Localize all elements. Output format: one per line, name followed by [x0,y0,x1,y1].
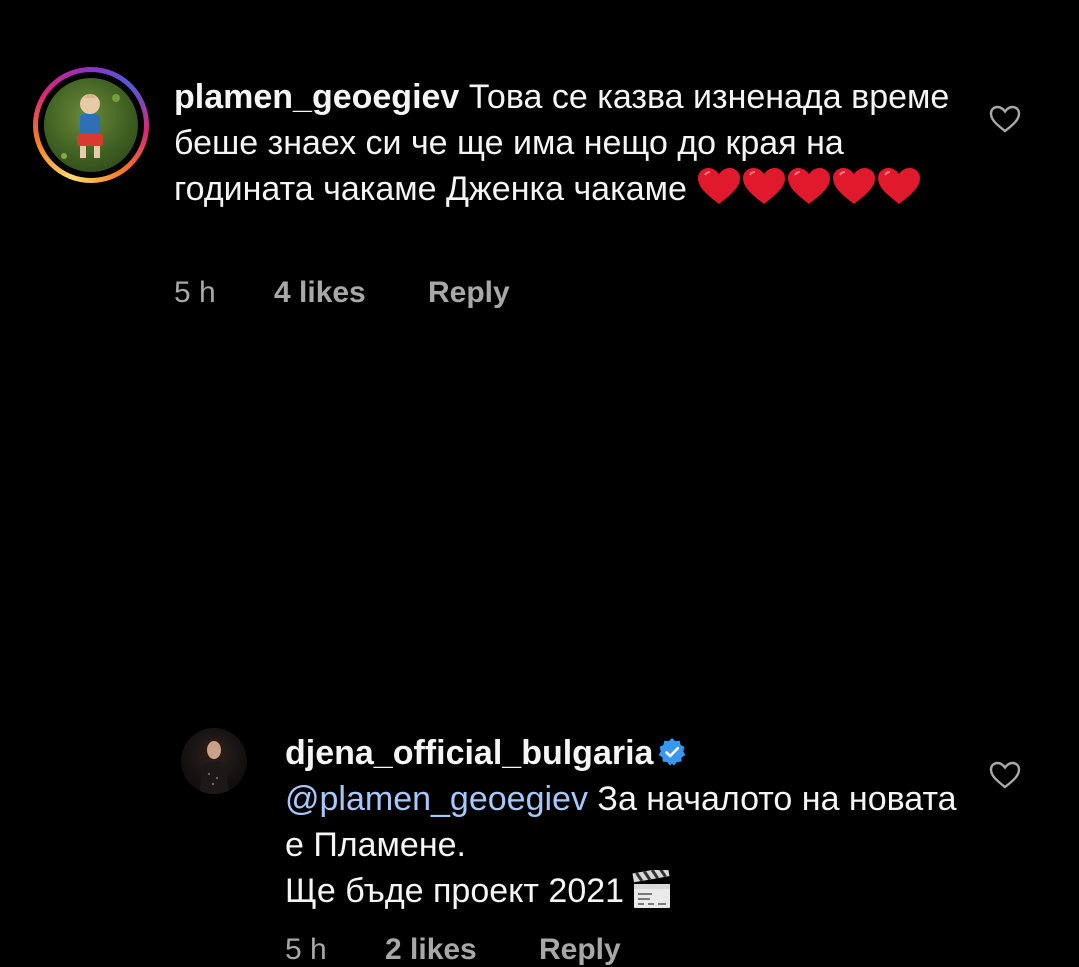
avatar-image [199,738,229,794]
comment-meta: 5 h 4 likes Reply [174,276,510,310]
clapper-board-icon [632,870,671,908]
verified-badge-icon [659,738,686,766]
comment-text: plamen_geoegiev Това се казва изненада в… [174,74,974,218]
red-heart-icon [833,168,876,204]
comment-time: 5 h [285,933,327,966]
comment-item: plamen_geoegiev Това се казва изненада в… [0,0,1079,340]
reply-button[interactable]: Reply [539,933,621,967]
reply-comment-item: djena_official_bulgaria @plamen_geoegiev… [0,340,1079,966]
avatar-story-ring[interactable] [33,67,149,183]
likes-count[interactable]: 2 likes [385,933,539,967]
red-heart-icon [878,168,921,204]
comment-username[interactable]: djena_official_bulgaria [285,734,653,772]
heart-emoji-group [696,166,921,218]
red-heart-icon [788,168,831,204]
comment-text: djena_official_bulgaria @plamen_geoegiev… [285,730,965,914]
likes-count[interactable]: 4 likes [274,276,428,310]
reply-button[interactable]: Reply [428,276,510,310]
red-heart-icon [698,168,741,204]
comment-body-line2: Ще бъде проект 2021 [285,872,625,910]
red-heart-icon [743,168,786,204]
avatar[interactable] [44,78,138,172]
comment-username[interactable]: plamen_geoegiev [174,78,459,116]
comment-meta: 5 h 2 likes Reply [285,933,621,967]
avatar-image [61,94,120,159]
heart-outline-icon[interactable] [988,104,1022,134]
comment-time: 5 h [174,276,216,309]
mention-link[interactable]: @plamen_geoegiev [285,780,588,818]
avatar[interactable] [181,728,247,794]
heart-outline-icon[interactable] [988,760,1022,790]
